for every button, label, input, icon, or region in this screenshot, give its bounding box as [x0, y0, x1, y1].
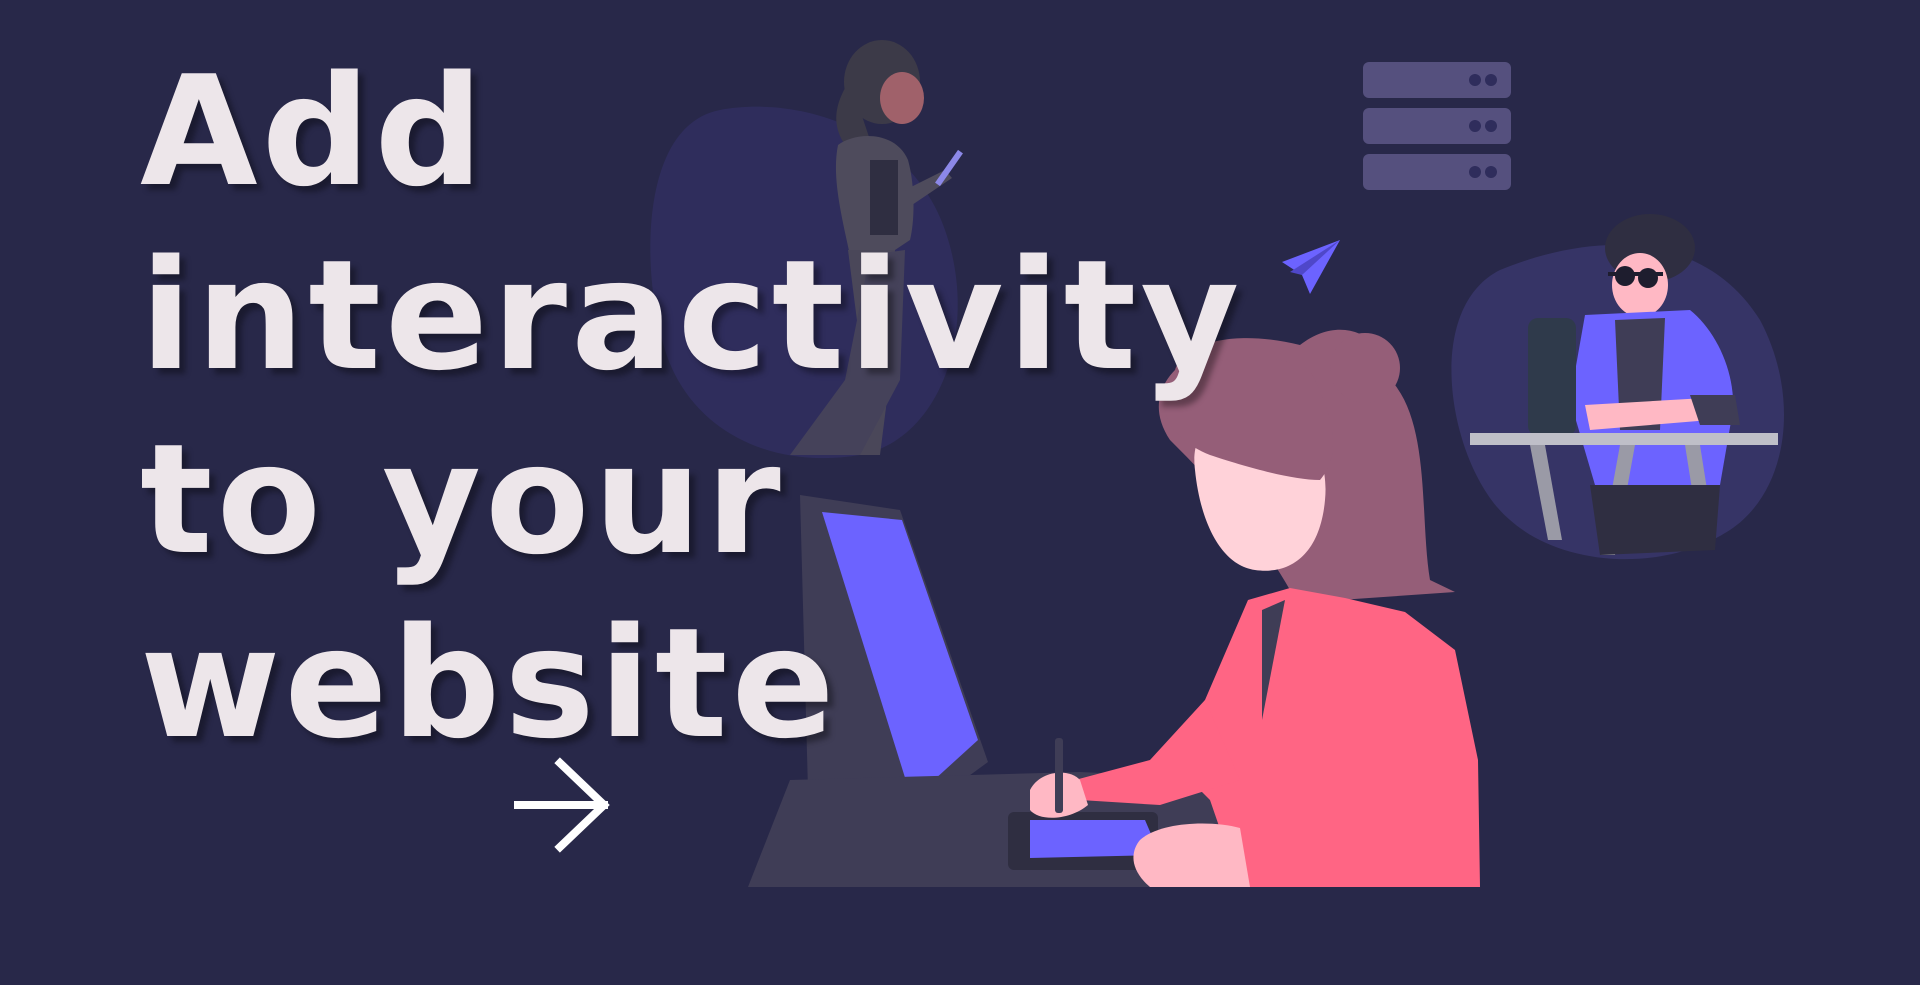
headline-line-2: interactivity — [140, 227, 1244, 404]
man-with-sunglasses-figure — [1451, 214, 1784, 560]
headline-line-3: to your — [140, 411, 785, 588]
paper-plane-icon — [1282, 240, 1340, 294]
headline-line-1: Add — [140, 43, 488, 220]
hero-headline: Add interactivity to your website — [140, 40, 1243, 776]
server-stack-icon — [1363, 62, 1511, 190]
arrow-right-icon[interactable] — [512, 755, 612, 855]
headline-line-4: website — [140, 595, 839, 772]
hero-banner: Add interactivity to your website — [0, 0, 1920, 985]
